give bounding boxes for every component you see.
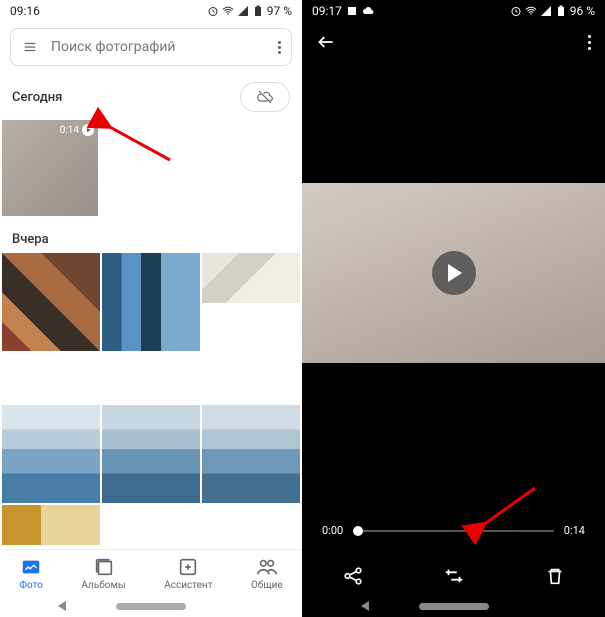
nav-label: Общие (251, 580, 283, 591)
action-bar (302, 553, 605, 593)
more-icon[interactable] (588, 35, 591, 50)
gesture-bar (302, 593, 605, 617)
bottom-nav: Фото Альбомы Ассистент Общие (0, 549, 302, 593)
delete-icon[interactable] (544, 565, 566, 587)
section-today: Сегодня (12, 90, 62, 105)
assistant-icon (177, 556, 199, 578)
status-time: 09:17 (312, 4, 342, 18)
status-time: 09:16 (10, 4, 40, 18)
nav-label: Ассистент (164, 580, 212, 591)
status-bar: 09:17 96 % (302, 0, 605, 22)
nav-albums[interactable]: Альбомы (81, 556, 125, 591)
battery-icon (555, 5, 567, 17)
yesterday-grid (0, 253, 302, 545)
photos-icon (20, 556, 42, 578)
photo-thumbnail[interactable] (102, 405, 200, 503)
backup-off-button[interactable] (240, 82, 290, 112)
home-gesture[interactable] (116, 603, 186, 610)
video-scrubber: 0:00 0:14 (302, 524, 605, 553)
wifi-icon (222, 5, 234, 17)
play-icon (448, 264, 462, 282)
photo-thumbnail[interactable] (202, 253, 300, 303)
time-current: 0:00 (322, 524, 343, 537)
edit-icon[interactable] (443, 565, 465, 587)
nav-assistant[interactable]: Ассистент (164, 556, 212, 591)
video-viewer: 09:17 96 % 0:00 0:14 (302, 0, 605, 617)
gesture-bar (0, 593, 302, 617)
status-bar: 09:16 97 % (0, 0, 302, 22)
cloud-off-icon (255, 89, 275, 105)
albums-icon (93, 556, 115, 578)
section-yesterday-row: Вчера (0, 216, 302, 253)
cloud-icon (362, 5, 374, 17)
play-button[interactable] (432, 251, 476, 295)
status-battery: 96 % (570, 4, 595, 18)
photo-thumbnail[interactable] (102, 253, 200, 351)
nav-label: Альбомы (81, 580, 125, 591)
nav-sharing[interactable]: Общие (251, 556, 283, 591)
photo-thumbnail[interactable] (202, 405, 300, 503)
nav-label: Фото (19, 580, 43, 591)
signal-icon (540, 5, 552, 17)
home-gesture[interactable] (419, 603, 489, 610)
video-area[interactable] (302, 62, 605, 524)
video-duration: 0:14 (60, 125, 79, 136)
time-total: 0:14 (564, 524, 585, 537)
video-badge: 0:14 (60, 124, 94, 136)
sharing-icon (256, 556, 278, 578)
annotation-arrow (100, 120, 180, 174)
back-gesture[interactable] (361, 601, 369, 611)
back-icon[interactable] (316, 32, 336, 52)
photo-thumbnail[interactable] (2, 405, 100, 503)
status-icons: 96 % (510, 4, 595, 18)
nav-photos[interactable]: Фото (19, 556, 43, 591)
alarm-icon (207, 5, 219, 17)
photo-thumbnail[interactable] (2, 253, 100, 351)
alarm-icon (510, 5, 522, 17)
scrub-handle[interactable] (353, 526, 363, 536)
video-frame (302, 183, 605, 363)
video-thumbnail[interactable]: 0:14 (2, 120, 98, 216)
more-icon[interactable] (278, 41, 281, 54)
wifi-icon (525, 5, 537, 17)
status-icons: 97 % (207, 4, 292, 18)
photo-thumbnail[interactable] (2, 505, 100, 545)
status-battery: 97 % (267, 4, 292, 18)
photos-app: 09:16 97 % Поиск фотографий Сегодня 0:14 (0, 0, 302, 617)
search-bar[interactable]: Поиск фотографий (10, 28, 292, 66)
section-yesterday: Вчера (12, 232, 49, 247)
section-today-row: Сегодня (0, 72, 302, 120)
signal-icon (237, 5, 249, 17)
battery-icon (252, 5, 264, 17)
annotation-arrow (475, 483, 545, 537)
search-placeholder: Поиск фотографий (51, 39, 266, 55)
menu-icon[interactable] (21, 40, 39, 54)
play-icon (82, 124, 94, 136)
back-gesture[interactable] (58, 601, 66, 611)
image-icon (346, 5, 358, 17)
share-icon[interactable] (342, 565, 364, 587)
viewer-header (302, 22, 605, 62)
